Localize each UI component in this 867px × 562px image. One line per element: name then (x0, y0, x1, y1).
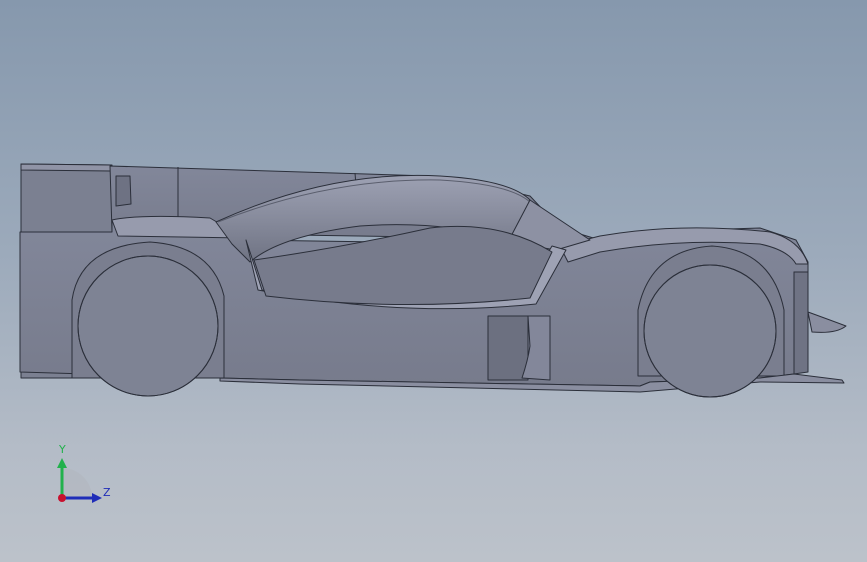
y-axis-arrow (57, 458, 67, 468)
x-axis-dot (58, 494, 66, 502)
car-model[interactable] (0, 0, 867, 562)
triad-quarter-disc (62, 468, 92, 498)
nose-fin (807, 311, 847, 333)
z-axis-arrow (92, 493, 102, 503)
rear-wheel (77, 255, 219, 397)
rear-wing-endplate (20, 163, 112, 172)
front-wheel (643, 264, 777, 398)
axis-triad (57, 458, 102, 503)
y-axis-label: Y (59, 443, 66, 456)
floor-vane (487, 315, 529, 381)
cad-viewport[interactable]: Y Z (0, 0, 867, 562)
nose-lower (793, 271, 809, 375)
airbox-slot (115, 175, 132, 207)
z-axis-label: Z (103, 486, 111, 499)
